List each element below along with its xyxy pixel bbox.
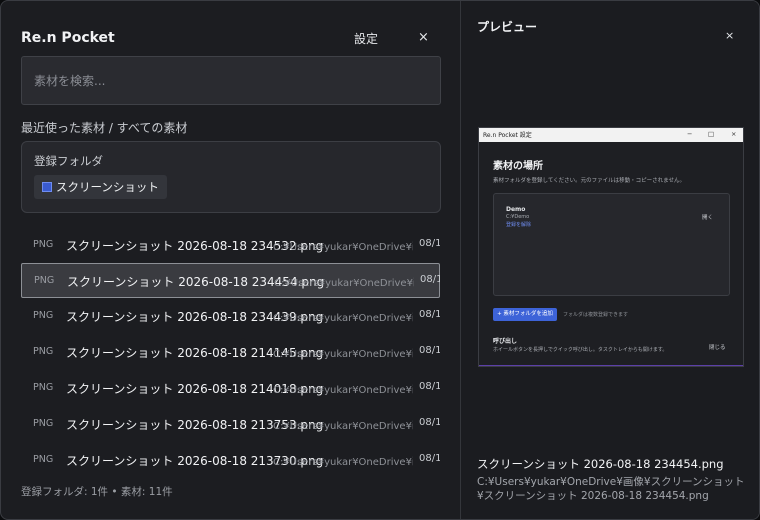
preview-file-path: C:¥Users¥yukar¥OneDrive¥画像¥スクリーンショット¥スクリ… — [477, 476, 745, 502]
file-row[interactable]: PNG スクリーンショット 2026-08-18 214018.png C:¥U… — [21, 371, 440, 406]
file-type-badge: PNG — [33, 346, 54, 357]
registered-folders-label: 登録フォルダ — [34, 154, 103, 168]
preview-title: プレビュー — [477, 20, 538, 34]
thumbnail-add-button: + 素材フォルダを追加 — [493, 308, 557, 321]
file-row-selected[interactable]: PNG スクリーンショット 2026-08-18 234454.png C:¥U… — [21, 263, 440, 298]
preview-file-name: スクリーンショット 2026-08-18 234454.png — [477, 457, 724, 471]
file-row[interactable]: PNG スクリーンショット 2026-08-18 213753.png C:¥U… — [21, 407, 440, 442]
file-date: 08/18 — [419, 453, 440, 464]
preview-panel: プレビュー × Re.n Pocket 設定 − □ × 素材の場所 素材フォル… — [460, 1, 759, 519]
search-input[interactable] — [21, 56, 441, 105]
thumbnail-section-heading: 呼び出し — [493, 338, 518, 345]
file-type-badge: PNG — [33, 239, 54, 250]
file-date: 08/18 — [420, 274, 440, 285]
thumbnail-section-action: 閉じる — [709, 345, 726, 351]
close-icon: × — [731, 130, 737, 138]
thumbnail-card-action: 開く — [702, 215, 714, 221]
file-date: 08/18 — [419, 309, 440, 320]
file-type-badge: PNG — [33, 310, 54, 321]
close-button[interactable]: × — [418, 30, 429, 45]
file-path: C:¥Users¥yukar¥OneDrive¥画像¥スクリーンショット — [273, 385, 413, 396]
maximize-icon: □ — [708, 130, 715, 138]
thumbnail-section-desc: ホイールボタンを長押しでクイック呼び出し。タスクトレイからも開けます。 — [493, 347, 668, 353]
preview-close-button[interactable]: × — [725, 29, 734, 42]
file-path: C:¥Users¥yukar¥OneDrive¥画像¥スクリーンショット — [273, 421, 413, 432]
preview-thumbnail: Re.n Pocket 設定 − □ × 素材の場所 素材フォルダを登録してくだ… — [478, 127, 744, 367]
thumbnail-heading: 素材の場所 — [493, 161, 543, 172]
registered-folders: 登録フォルダ スクリーンショット — [21, 141, 441, 213]
section-title: 最近使った素材 / すべての素材 — [21, 121, 188, 135]
file-list: PNG スクリーンショット 2026-08-18 234532.png C:¥U… — [21, 228, 440, 480]
file-row[interactable]: PNG スクリーンショット 2026-08-18 234532.png C:¥U… — [21, 228, 440, 263]
file-path: C:¥Users¥yukar¥OneDrive¥画像¥スクリーンショット — [273, 457, 413, 468]
app-window: Re.n Pocket 設定 × 最近使った素材 / すべての素材 登録フォルダ… — [0, 0, 760, 520]
file-date: 08/18 — [419, 345, 440, 356]
file-date: 08/18 — [419, 238, 440, 249]
app-title: Re.n Pocket — [21, 30, 115, 46]
file-date: 08/18 — [419, 417, 440, 428]
thumbnail-card-path: C:¥Demo — [506, 214, 530, 220]
thumbnail-titlebar: Re.n Pocket 設定 − □ × — [479, 128, 743, 142]
thumbnail-folder-card: Demo C:¥Demo 登録を解除 開く — [493, 193, 730, 296]
file-row[interactable]: PNG スクリーンショット 2026-08-18 234439.png C:¥U… — [21, 299, 440, 334]
thumbnail-description: 素材フォルダを登録してください。元のファイルは移動・コピーされません。 — [493, 178, 686, 184]
folder-chip-label: スクリーンショット — [56, 180, 159, 194]
file-row[interactable]: PNG スクリーンショット 2026-08-18 213730.png C:¥U… — [21, 443, 440, 478]
file-path: C:¥Users¥yukar¥OneDrive¥画像¥スクリーンショット — [274, 278, 414, 289]
file-date: 08/18 — [419, 381, 440, 392]
file-row[interactable]: PNG スクリーンショット 2026-08-18 214145.png C:¥U… — [21, 335, 440, 370]
folder-icon — [42, 182, 52, 192]
folder-chip-screenshots[interactable]: スクリーンショット — [34, 175, 167, 199]
settings-button[interactable]: 設定 — [354, 30, 378, 47]
file-type-badge: PNG — [33, 418, 54, 429]
thumbnail-card-link: 登録を解除 — [506, 222, 532, 228]
thumbnail-window-title: Re.n Pocket 設定 — [483, 132, 532, 139]
file-type-badge: PNG — [33, 454, 54, 465]
thumbnail-accent-bar — [479, 365, 743, 366]
file-type-badge: PNG — [33, 382, 54, 393]
file-path: C:¥Users¥yukar¥OneDrive¥画像¥スクリーンショット — [273, 313, 413, 324]
file-path: C:¥Users¥yukar¥OneDrive¥画像¥スクリーンショット — [273, 349, 413, 360]
status-bar: 登録フォルダ: 1件 • 素材: 11件 — [21, 486, 173, 498]
file-type-badge: PNG — [34, 275, 55, 286]
thumbnail-card-title: Demo — [506, 206, 526, 213]
thumbnail-add-note: フォルダは複数登録できます — [563, 312, 629, 318]
minimize-icon: − — [687, 130, 693, 138]
file-path: C:¥Users¥yukar¥OneDrive¥画像¥スクリーンショット — [273, 242, 413, 253]
library-panel: Re.n Pocket 設定 × 最近使った素材 / すべての素材 登録フォルダ… — [1, 1, 460, 519]
thumbnail-body: 素材の場所 素材フォルダを登録してください。元のファイルは移動・コピーされません… — [479, 142, 743, 366]
